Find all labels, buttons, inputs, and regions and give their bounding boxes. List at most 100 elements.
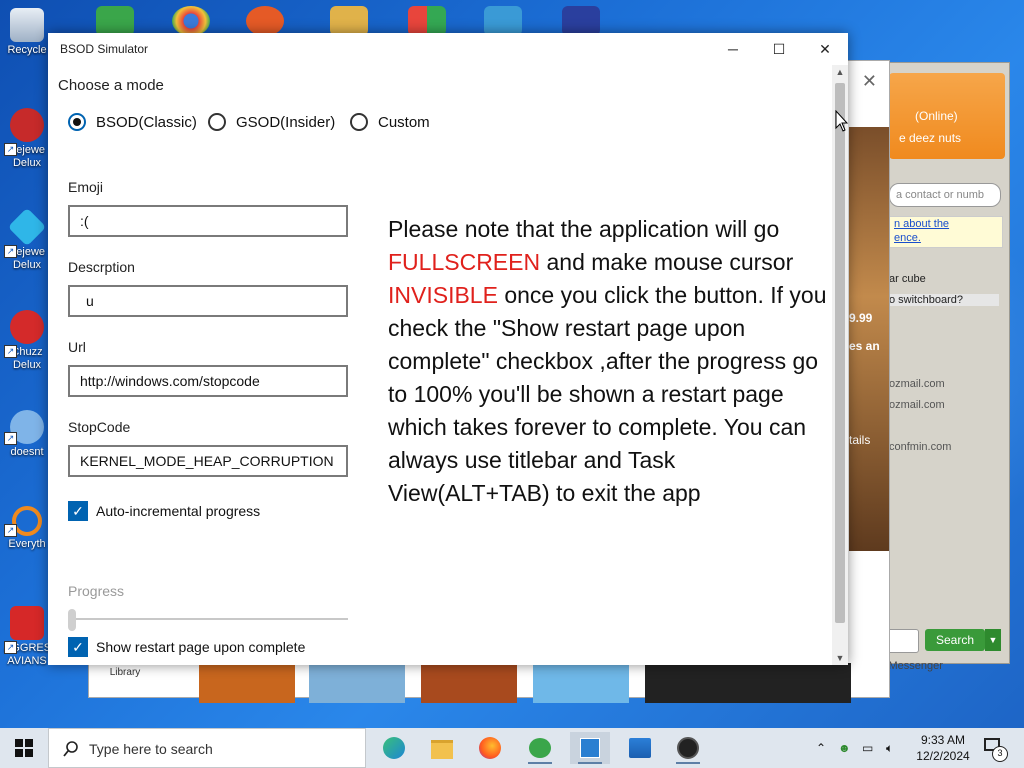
radio-label: Custom bbox=[378, 113, 430, 131]
banner-price: 9.99 bbox=[849, 311, 873, 325]
warning-notice: Please note that the application will go… bbox=[388, 213, 828, 510]
messenger-notice[interactable]: n about the ence. bbox=[889, 216, 1003, 248]
scrollbar-thumb[interactable] bbox=[835, 83, 845, 623]
store-icon[interactable] bbox=[620, 732, 660, 764]
search-icon bbox=[63, 741, 78, 757]
desktop-icon-everything[interactable]: Everyth ↗ bbox=[4, 506, 50, 551]
top-icon-chrome[interactable] bbox=[172, 6, 210, 36]
contact-item[interactable]: o switchboard? bbox=[889, 294, 999, 306]
messenger-icon[interactable] bbox=[520, 732, 560, 764]
running-indicator bbox=[528, 762, 552, 764]
obs-logo bbox=[677, 737, 699, 759]
clock-date: 12/2/2024 bbox=[916, 749, 970, 763]
messenger-search-button[interactable]: Search bbox=[925, 629, 985, 651]
radio-unselected-icon bbox=[208, 113, 226, 131]
store-tile[interactable] bbox=[309, 663, 405, 703]
emoji-input[interactable]: :( bbox=[68, 205, 348, 237]
messenger-status[interactable]: (Online) bbox=[915, 109, 958, 123]
library-link[interactable]: Library bbox=[89, 661, 161, 697]
folder-logo bbox=[431, 740, 453, 759]
radio-gsod-insider[interactable]: GSOD(Insider) bbox=[208, 111, 335, 133]
desktop-icon-bejeweled-2[interactable]: Bejewe Delux ↗ bbox=[4, 207, 50, 272]
messenger-search-field[interactable]: a contact or numb bbox=[889, 183, 1001, 207]
messenger-notice-line-1: n about the bbox=[894, 218, 950, 230]
top-icon-people[interactable] bbox=[96, 6, 134, 36]
contact-item[interactable]: ozmail.com bbox=[889, 378, 945, 390]
vertical-scrollbar[interactable]: ▲ ▼ bbox=[832, 65, 848, 665]
desktop-icon-angry-birds[interactable]: AGGRES AVIANS ↗ bbox=[4, 606, 51, 668]
firefox-icon[interactable] bbox=[470, 732, 510, 764]
bejeweled-gem-icon bbox=[7, 207, 47, 247]
shortcut-arrow-icon: ↗ bbox=[4, 345, 17, 358]
clock-time: 9:33 AM bbox=[920, 733, 966, 747]
desktop-icon-label: Everyth bbox=[8, 538, 46, 550]
notification-icon[interactable]: 3 bbox=[982, 736, 1008, 762]
start-button[interactable] bbox=[0, 728, 48, 768]
network-icon[interactable]: ▭ bbox=[862, 728, 873, 768]
top-icon-app[interactable] bbox=[246, 6, 284, 36]
chevron-up-icon[interactable]: ⌃ bbox=[816, 728, 826, 768]
bsod-simulator-icon[interactable] bbox=[570, 732, 610, 764]
file-explorer-icon[interactable] bbox=[422, 732, 462, 764]
close-icon[interactable]: ✕ bbox=[802, 33, 848, 65]
notification-count: 3 bbox=[992, 746, 1008, 762]
store-tile[interactable] bbox=[199, 663, 295, 703]
store-tile[interactable] bbox=[645, 663, 851, 703]
progress-label: Progress bbox=[68, 583, 125, 599]
shortcut-arrow-icon: ↗ bbox=[4, 432, 17, 445]
chevron-down-icon[interactable]: ▼ bbox=[985, 629, 1001, 651]
title-bar[interactable]: BSOD Simulator ─ ☐ ✕ bbox=[48, 33, 848, 65]
taskbar-search[interactable]: Type here to search bbox=[48, 728, 366, 768]
store-logo bbox=[629, 738, 651, 758]
chevron-down-icon[interactable]: ▼ bbox=[832, 651, 848, 665]
desktop-icon-messenger[interactable]: doesnt ↗ bbox=[4, 410, 50, 459]
close-icon[interactable]: ✕ bbox=[862, 71, 877, 92]
stopcode-input[interactable]: KERNEL_MODE_HEAP_CORRUPTION bbox=[68, 445, 348, 477]
auto-progress-checkbox[interactable]: ✓ Auto-incremental progress bbox=[68, 501, 260, 521]
notice-invisible: INVISIBLE bbox=[388, 282, 498, 308]
contact-item[interactable]: ar cube bbox=[889, 273, 926, 285]
checkmark-icon: ✓ bbox=[68, 637, 88, 657]
messenger-footer: l Messenger bbox=[883, 660, 943, 672]
radio-custom[interactable]: Custom bbox=[350, 111, 430, 133]
minimize-icon[interactable]: ─ bbox=[710, 33, 756, 65]
contact-item[interactable]: confmin.com bbox=[889, 441, 951, 453]
desktop-icon-label: doesnt bbox=[10, 446, 44, 458]
desktop-icon-bejeweled[interactable]: Bejewe Delux ↗ bbox=[4, 108, 50, 170]
messenger-status-line[interactable]: e deez nuts bbox=[899, 131, 961, 145]
top-icon-office[interactable] bbox=[408, 6, 446, 36]
people-icon[interactable]: ☻ bbox=[838, 728, 851, 768]
app-content: Choose a mode BSOD(Classic) GSOD(Insider… bbox=[48, 65, 832, 665]
obs-icon[interactable] bbox=[668, 732, 708, 764]
desktop-icon-label: Recycle bbox=[7, 44, 47, 56]
url-input[interactable]: http://windows.com/stopcode bbox=[68, 365, 348, 397]
taskbar: Type here to search ⌃ ☻ ▭ 🔈︎ 9:33 AM 12/… bbox=[0, 728, 1024, 768]
top-icon-game[interactable] bbox=[484, 6, 522, 36]
angry-birds-icon bbox=[10, 606, 44, 640]
progress-slider-thumb[interactable] bbox=[68, 609, 76, 631]
radio-bsod-classic[interactable]: BSOD(Classic) bbox=[68, 111, 197, 133]
top-icon-screen[interactable] bbox=[562, 6, 600, 36]
desktop-icon-chuzzle[interactable]: Chuzz Delux ↗ bbox=[4, 310, 50, 372]
store-tile[interactable] bbox=[533, 663, 629, 703]
store-banner[interactable]: 9.99 es an tails bbox=[849, 127, 889, 551]
edge-logo bbox=[383, 737, 405, 759]
store-tile[interactable] bbox=[421, 663, 517, 703]
contact-item[interactable]: ozmail.com bbox=[889, 399, 945, 411]
volume-icon[interactable]: 🔈︎ bbox=[886, 728, 893, 768]
desktop-icon-recycle-bin[interactable]: Recycle bbox=[4, 8, 50, 57]
maximize-icon[interactable]: ☐ bbox=[756, 33, 802, 65]
checkmark-icon: ✓ bbox=[68, 501, 88, 521]
messenger-header: (Online) e deez nuts bbox=[889, 73, 1005, 159]
progress-slider-track[interactable] bbox=[68, 618, 348, 620]
mode-label: Choose a mode bbox=[58, 77, 164, 94]
bsod-simulator-window[interactable]: BSOD Simulator ─ ☐ ✕ Choose a mode BSOD(… bbox=[48, 33, 848, 665]
restart-page-checkbox[interactable]: ✓ Show restart page upon complete bbox=[68, 637, 305, 657]
edge-icon[interactable] bbox=[374, 732, 414, 764]
chevron-up-icon[interactable]: ▲ bbox=[832, 65, 848, 79]
clock[interactable]: 9:33 AM 12/2/2024 bbox=[912, 732, 974, 764]
top-icon-folder[interactable] bbox=[330, 6, 368, 36]
shortcut-arrow-icon: ↗ bbox=[4, 524, 17, 537]
messenger-notice-line-2: ence. bbox=[894, 232, 921, 244]
description-input[interactable]: u bbox=[68, 285, 348, 317]
